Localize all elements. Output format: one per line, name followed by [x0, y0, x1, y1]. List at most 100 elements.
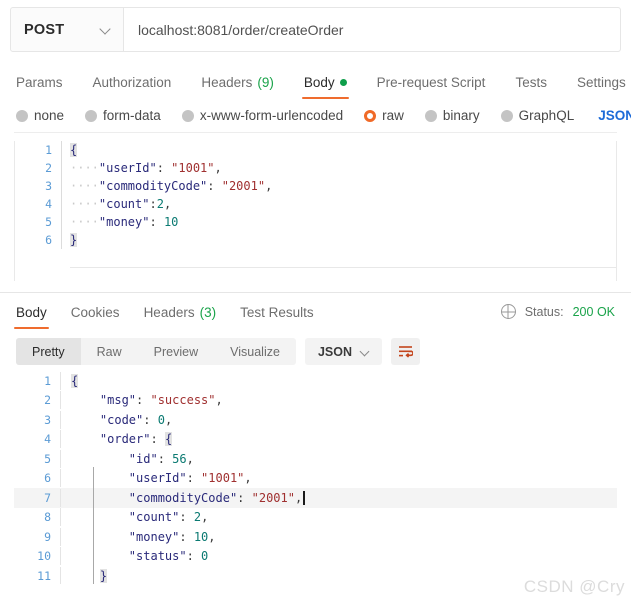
response-tab-count: (3) — [199, 305, 217, 320]
line-number: 9 — [44, 529, 51, 544]
body-type-label: raw — [382, 108, 404, 123]
response-tab-cookies[interactable]: Cookies — [71, 305, 120, 329]
line-number: 10 — [37, 549, 51, 564]
request-tab-label: Tests — [515, 75, 547, 90]
code-text: "code": 0, — [60, 410, 617, 429]
body-type-binary[interactable]: binary — [424, 108, 480, 123]
response-tab-body[interactable]: Body — [14, 305, 49, 329]
url-input[interactable]: localhost:8081/order/createOrder — [124, 8, 620, 51]
code-line: 2 ····"userId": "1001", — [15, 159, 616, 177]
line-number: 3 — [45, 179, 52, 193]
code-text: ····"userId": "1001", — [61, 159, 616, 177]
code-line: 2 "msg": "success", — [14, 391, 617, 411]
code-line: 6 "userId": "1001", — [14, 469, 617, 489]
code-text: "userId": "1001", — [60, 469, 617, 488]
body-type-none[interactable]: none — [16, 108, 64, 123]
response-tab-label: Test Results — [240, 305, 314, 320]
code-text: "money": 10, — [60, 527, 617, 546]
body-type-label: GraphQL — [518, 108, 575, 123]
line-number: 3 — [44, 412, 51, 427]
body-type-x-www-form-urlencoded[interactable]: x-www-form-urlencoded — [181, 108, 343, 123]
line-number: 5 — [45, 215, 52, 229]
code-line: 4 "order": { — [14, 430, 617, 450]
body-present-dot-icon — [339, 79, 347, 86]
body-type-label: form-data — [103, 108, 161, 123]
request-tab-pre-request-script[interactable]: Pre-request Script — [377, 75, 486, 99]
body-type-row: none form-data x-www-form-urlencoded raw bin… — [14, 99, 631, 133]
response-format-dropdown[interactable]: JSON — [304, 338, 382, 365]
code-line: 6} — [15, 231, 616, 249]
request-url-bar: POST localhost:8081/order/createOrder — [10, 7, 621, 52]
response-tab-label: Cookies — [70, 305, 120, 320]
code-text: ····"commodityCode": "2001", — [61, 177, 616, 195]
request-tab-settings[interactable]: Settings — [577, 75, 626, 99]
request-tab-body[interactable]: Body — [301, 75, 349, 99]
code-line: 8 "count": 2, — [14, 508, 617, 528]
request-tabs: Params Authorization Headers (9) Body Pre-req… — [14, 61, 626, 99]
body-type-form-data[interactable]: form-data — [85, 108, 161, 123]
radio-button-icon — [85, 109, 98, 122]
code-text: "count": 2, — [60, 508, 617, 527]
response-view-visualize[interactable]: Visualize — [214, 338, 296, 365]
code-line: 5 "id": 56, — [14, 449, 617, 469]
response-status-area: Status: 200 OK — [500, 304, 615, 319]
line-number: 1 — [44, 373, 51, 388]
code-text: "commodityCode": "2001", — [60, 488, 617, 507]
http-method-label: POST — [24, 21, 65, 38]
line-number: 6 — [45, 233, 52, 247]
line-number: 6 — [44, 471, 51, 486]
line-number: 4 — [45, 197, 52, 211]
response-view-modes: Pretty Raw Preview Visualize — [16, 338, 296, 365]
body-type-label: binary — [442, 108, 480, 123]
request-tab-authorization[interactable]: Authorization — [93, 75, 172, 99]
response-body-editor[interactable]: 1{2 "msg": "success", 3 "code": 0, 4 "orde… — [14, 371, 617, 584]
line-number: 5 — [44, 451, 51, 466]
code-text: } — [61, 231, 616, 249]
response-view-toolbar: Pretty Raw Preview Visualize JSON — [14, 338, 617, 365]
http-method-dropdown[interactable]: POST — [11, 8, 124, 51]
request-tab-count: (9) — [257, 75, 274, 90]
editor-horizontal-scrollbar[interactable] — [70, 267, 616, 268]
body-type-graphql[interactable]: GraphQL — [500, 108, 575, 123]
response-tab-label: Headers — [143, 305, 195, 320]
response-tab-test-results[interactable]: Test Results — [240, 305, 314, 329]
code-text: ····"count":2, — [61, 195, 616, 213]
request-tab-tests[interactable]: Tests — [515, 75, 547, 99]
line-number: 8 — [44, 510, 51, 525]
response-view-pretty[interactable]: Pretty — [16, 338, 81, 365]
request-body-editor[interactable]: 1{ 2 ····"userId": "1001", 3 ····"commodityC… — [14, 141, 617, 281]
response-view-preview[interactable]: Preview — [138, 338, 214, 365]
request-tab-label: Authorization — [92, 75, 172, 90]
line-number: 2 — [45, 161, 52, 175]
code-text: "msg": "success", — [60, 391, 617, 410]
response-view-raw[interactable]: Raw — [81, 338, 138, 365]
request-format-dropdown[interactable]: JSON — [598, 108, 631, 123]
response-tab-headers[interactable]: Headers (3) — [144, 305, 217, 329]
request-tab-params[interactable]: Params — [16, 75, 63, 99]
url-text: localhost:8081/order/createOrder — [138, 21, 344, 38]
code-line: 7 "commodityCode": "2001", — [14, 488, 617, 508]
globe-icon — [500, 304, 516, 319]
request-tab-label: Pre-request Script — [376, 75, 486, 90]
line-number: 2 — [44, 393, 51, 408]
watermark: CSDN @Cry — [523, 577, 625, 596]
indent-guide — [93, 467, 94, 584]
code-line: 1{ — [15, 141, 616, 159]
code-text: ····"money": 10 — [61, 213, 616, 231]
request-tab-label: Body — [303, 75, 335, 90]
radio-button-icon — [16, 109, 28, 122]
chevron-down-icon — [101, 25, 110, 34]
status-label: Status: — [524, 304, 564, 319]
code-text: { — [60, 371, 617, 390]
request-tab-label: Headers — [201, 75, 253, 90]
line-number: 11 — [37, 568, 51, 583]
radio-button-icon — [424, 109, 437, 122]
request-format-label: JSON — [598, 108, 631, 123]
request-tab-headers[interactable]: Headers (9) — [201, 75, 274, 99]
response-format-label: JSON — [317, 344, 352, 359]
wrap-lines-button[interactable] — [391, 338, 420, 365]
request-tab-label: Settings — [576, 75, 626, 90]
body-type-raw[interactable]: raw — [364, 108, 404, 123]
line-number: 1 — [45, 143, 52, 157]
code-line: 1{ — [14, 371, 617, 391]
